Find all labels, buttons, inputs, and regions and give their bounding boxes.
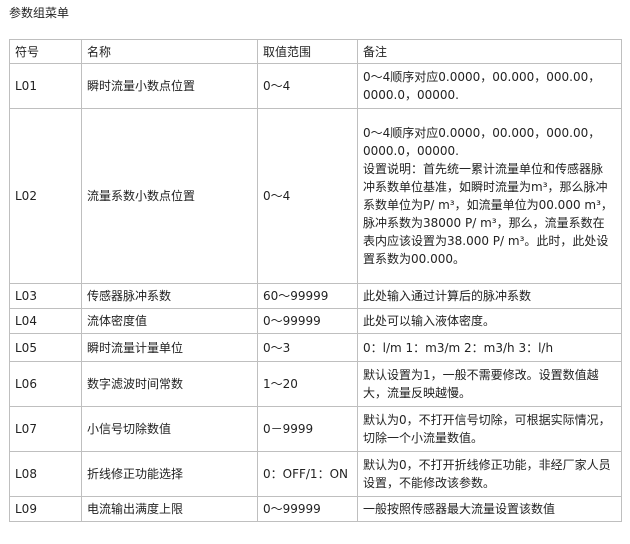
cell-code: L08 [9,451,82,497]
cell-name: 折线修正功能选择 [81,451,258,497]
note-line: 此处可以输入液体密度。 [363,314,496,328]
header-row: 符号 名称 取值范围 备注 [9,39,622,64]
table-row: L06 数字滤波时间常数 1～20 默认设置为1，一般不需要修改。设置数值越 大，流量反… [9,361,622,407]
table-body: L01 瞬时流量小数点位置 0～4 0～4顺序对应0.0000，00.000，000.… [9,63,622,522]
cell-note: 一般按照传感器最大流量设置该数值 [357,496,622,522]
note-line: 0000.0，00000. [363,88,459,102]
header-note: 备注 [357,39,622,64]
cell-code: L01 [9,63,82,109]
table-row: L09 电流输出满度上限 0～99999 一般按照传感器最大流量设置该数值 [9,496,622,522]
cell-note: 此处可以输入液体密度。 [357,308,622,334]
note-line: 0：l/m 1：m3/m 2：m3/h 3：l/h [363,340,554,355]
note-line: 脉冲系数为38000 P/ m³，那么，流量系数在 [363,216,605,230]
table-row: L08 折线修正功能选择 0：OFF/1：ON 默认为0，不打开折线修正功能，非经厂家… [9,451,622,497]
note-line: 0～4顺序对应0.0000，00.000，000.00， [363,70,601,84]
cell-code: L04 [9,308,82,334]
cell-name: 流体密度值 [81,308,258,334]
cell-name: 传感器脉冲系数 [81,283,258,309]
cell-code: L02 [9,108,82,284]
header-range: 取值范围 [257,39,358,64]
cell-code: L03 [9,283,82,309]
page-title: 参数组菜单 [9,6,70,20]
cell-range: 0～3 [257,333,358,362]
table-row: L04 流体密度值 0～99999 此处可以输入液体密度。 [9,308,622,334]
cell-range: 60～99999 [257,283,358,309]
note-line: 表内应该设置为38.000 P/ m³。此时，此处设 [363,234,609,248]
cell-name: 瞬时流量计量单位 [81,333,258,362]
table-row: L02 流量系数小数点位置 0～4 0～4顺序对应0.0000，00.000，000.… [9,108,622,284]
parameter-table: 符号 名称 取值范围 备注 L01 瞬时流量小数点位置 0～4 0～4顺序对应0.00… [9,39,622,522]
note-line: 大，流量反映越慢。 [363,386,472,400]
note-line: 置系数为00.000。 [363,252,465,266]
cell-note: 默认为0，不打开折线修正功能，非经厂家人员 设置，不能修改该参数。 [357,451,622,497]
cell-range: 0～4 [257,108,358,284]
cell-code: L06 [9,361,82,407]
cell-code: L07 [9,406,82,452]
cell-name: 瞬时流量小数点位置 [81,63,258,109]
cell-range: 0－9999 [257,406,358,452]
table-header: 符号 名称 取值范围 备注 [9,39,622,64]
table-row: L07 小信号切除数值 0－9999 默认为0，不打开信号切除，可根据实际情况， 切除一… [9,406,622,452]
cell-range: 0～99999 [257,496,358,522]
note-line: 切除一个小流量数值。 [363,431,484,445]
cell-note: 0：l/m 1：m3/m 2：m3/h 3：l/h [357,333,622,362]
cell-code: L05 [9,333,82,362]
cell-name: 电流输出满度上限 [81,496,258,522]
note-line: 默认设置为1，一般不需要修改。设置数值越 [363,368,599,382]
note-line: 设置说明：首先统一累计流量单位和传感器脉 [363,162,604,176]
note-line: 0～4顺序对应0.0000，00.000，000.00， [363,126,601,140]
cell-code: L09 [9,496,82,522]
cell-range: 1～20 [257,361,358,407]
cell-note: 0～4顺序对应0.0000，00.000，000.00， 0000.0，00000… [357,108,622,284]
cell-range: 0～99999 [257,308,358,334]
table-row: L01 瞬时流量小数点位置 0～4 0～4顺序对应0.0000，00.000，000.… [9,63,622,109]
cell-name: 流量系数小数点位置 [81,108,258,284]
note-line: 此处输入通过计算后的脉冲系数 [363,289,532,303]
note-line: 系数单位为P/ m³，如流量单位为00.000 m³， [363,198,613,212]
cell-name: 数字滤波时间常数 [81,361,258,407]
cell-note: 此处输入通过计算后的脉冲系数 [357,283,622,309]
table-row: L03 传感器脉冲系数 60～99999 此处输入通过计算后的脉冲系数 [9,283,622,309]
cell-name: 小信号切除数值 [81,406,258,452]
header-code: 符号 [9,39,82,64]
note-line: 一般按照传感器最大流量设置该数值 [363,502,556,516]
cell-note: 0～4顺序对应0.0000，00.000，000.00， 0000.0，00000… [357,63,622,109]
cell-note: 默认为0，不打开信号切除，可根据实际情况， 切除一个小流量数值。 [357,406,622,452]
note-line: 默认为0，不打开折线修正功能，非经厂家人员 [363,458,611,472]
cell-range: 0～4 [257,63,358,109]
header-name: 名称 [81,39,258,64]
note-line: 设置，不能修改该参数。 [363,476,496,490]
note-line: 默认为0，不打开信号切除，可根据实际情况， [363,413,611,427]
cell-note: 默认设置为1，一般不需要修改。设置数值越 大，流量反映越慢。 [357,361,622,407]
table-row: L05 瞬时流量计量单位 0～3 0：l/m 1：m3/m 2：m3/h 3：l/h [9,333,622,362]
note-line: 冲系数单位基准，如瞬时流量为m³，那么脉冲 [363,180,608,194]
cell-range: 0：OFF/1：ON [257,451,358,497]
note-line: 0000.0，00000. [363,144,459,158]
